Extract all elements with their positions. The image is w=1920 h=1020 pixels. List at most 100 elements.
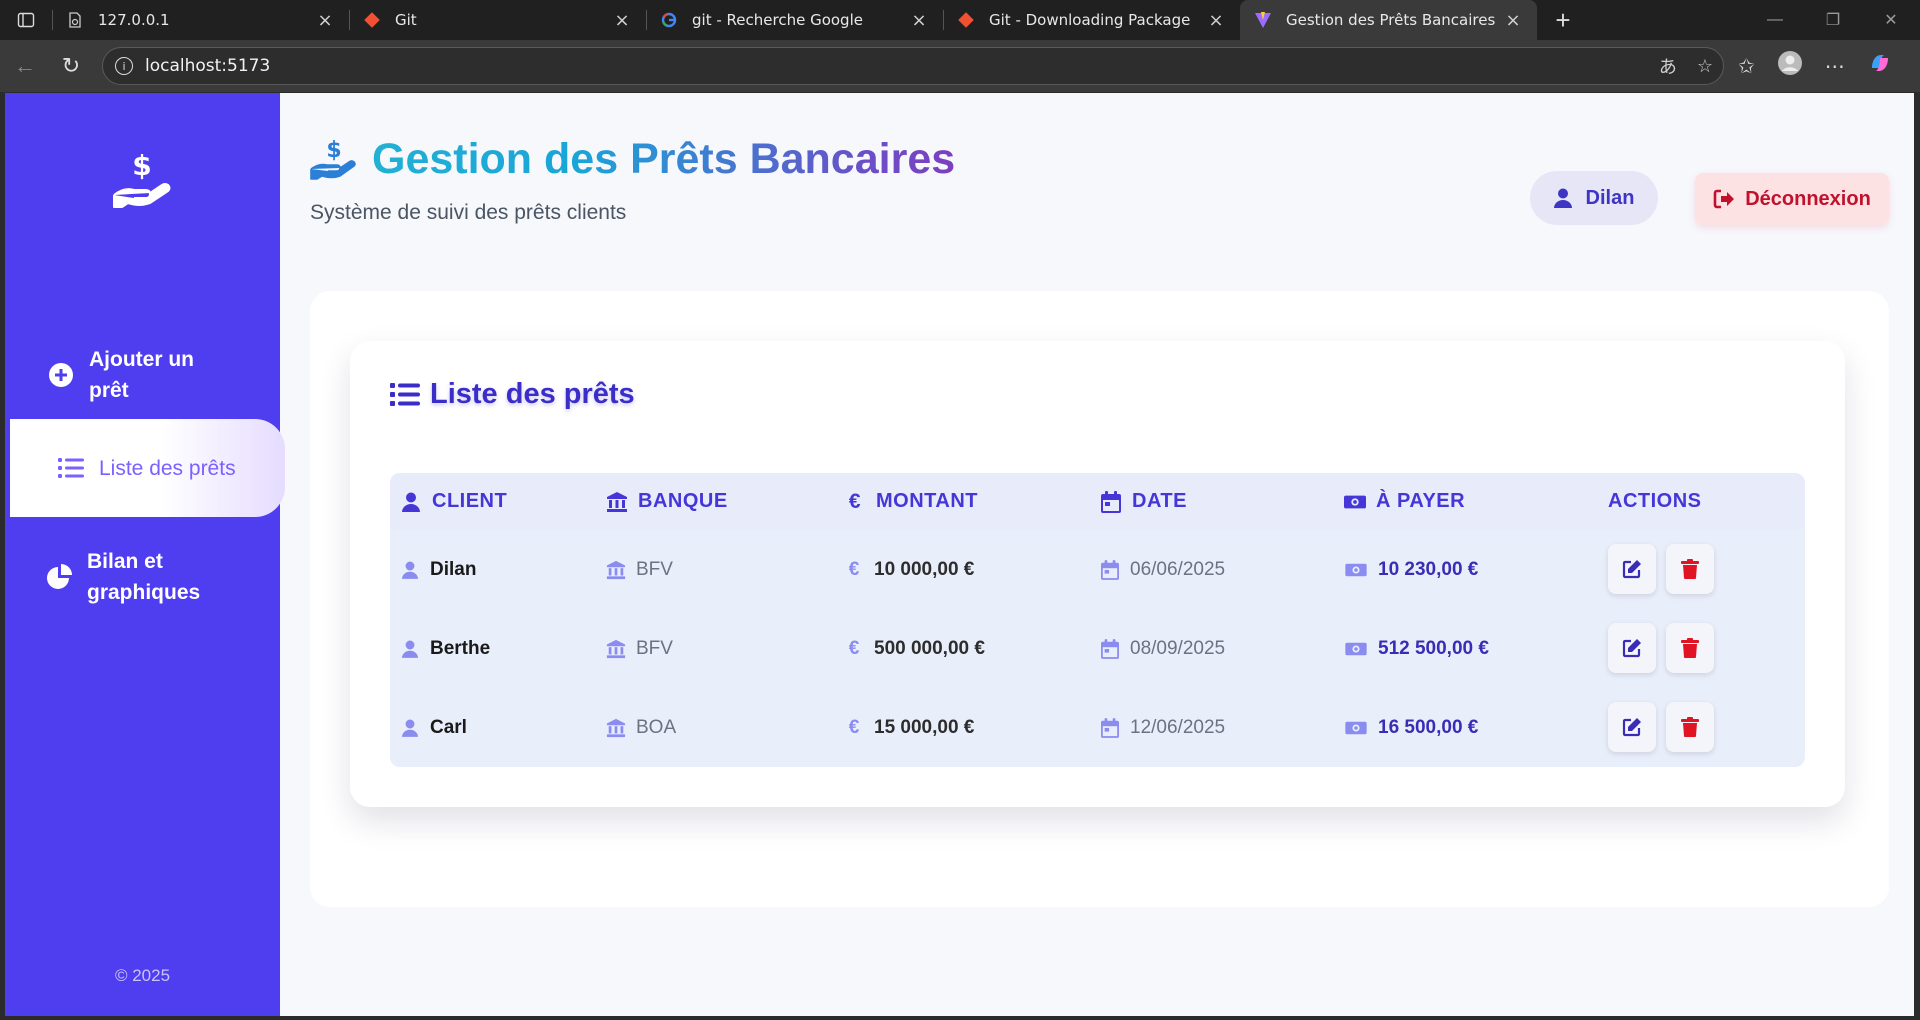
tab-title: Gestion des Prêts Bancaires [1286,11,1496,29]
svg-text:$: $ [132,151,151,182]
to-pay-value: 512 500,00 € [1378,637,1489,659]
browser-tab-3[interactable]: git - Recherche Google × [646,0,943,40]
copilot-icon[interactable] [1867,50,1893,82]
close-tab-icon[interactable]: × [1503,10,1523,31]
column-label: BANQUE [638,490,728,512]
date-value: 06/06/2025 [1130,558,1226,580]
cell-amount: € 15 000,00 € [844,688,975,767]
tab-separator [349,10,350,30]
sidebar-item-report[interactable]: Bilan et graphiques [5,537,285,617]
close-tab-icon[interactable]: × [1206,10,1226,31]
profile-avatar-icon[interactable] [1777,50,1803,82]
tab-title: git - Recherche Google [692,11,863,29]
amount-value: 10 000,00 € [874,558,975,580]
cell-client: Carl [400,688,467,767]
loan-table: CLIENT BANQUE € MONTANT DATE À PAYER ACT… [390,473,1805,767]
delete-button[interactable] [1666,623,1714,673]
browser-tab-4[interactable]: Git - Downloading Package × [943,0,1240,40]
bank-name: BOA [636,716,677,738]
tab-separator [646,10,647,30]
cell-bank: BFV [606,609,673,688]
edit-icon [1622,718,1641,737]
url-text[interactable]: localhost:5173 [145,56,1639,76]
favorite-star-icon[interactable]: ☆ [1697,56,1713,77]
cell-amount: € 500 000,00 € [844,609,985,688]
user-icon [400,491,422,513]
minimize-icon[interactable]: — [1746,0,1804,40]
calendar-icon [1100,717,1120,738]
delete-button[interactable] [1666,544,1714,594]
cell-client: Dilan [400,530,476,609]
euro-icon: € [848,558,860,580]
client-name: Berthe [430,637,491,659]
trash-icon [1681,717,1699,737]
edit-icon [1622,639,1641,658]
euro-icon: € [848,637,860,659]
pie-chart-icon [46,564,72,590]
page-icon [66,11,84,29]
edit-button[interactable] [1608,544,1656,594]
google-logo-icon [660,11,678,29]
site-info-icon[interactable]: i [115,57,133,75]
column-label: DATE [1132,490,1187,512]
column-header-bank[interactable]: BANQUE [606,490,728,513]
section-title-text: Liste des prêts [430,378,635,410]
column-header-date[interactable]: DATE [1100,490,1187,513]
copyright-text: © 2025 [114,966,171,985]
translate-icon[interactable]: あ [1659,53,1677,79]
cell-to-pay: 16 500,00 € [1344,688,1478,767]
calendar-icon [1100,559,1120,580]
reload-icon[interactable]: ↻ [48,46,94,86]
close-window-icon[interactable]: ✕ [1862,0,1920,40]
close-tab-icon[interactable]: × [315,10,335,31]
delete-button[interactable] [1666,702,1714,752]
money-bill-icon [1344,491,1366,513]
cell-to-pay: 10 230,00 € [1344,530,1478,609]
git-logo-icon [957,11,975,29]
favorites-icon[interactable]: ✩ [1738,54,1755,79]
calendar-icon [1100,638,1120,659]
edit-button[interactable] [1608,623,1656,673]
trash-icon [1681,559,1699,579]
page-subtitle: Système de suivi des prêts clients [310,201,627,224]
window-controls: — ❐ ✕ [1746,0,1920,40]
edit-button[interactable] [1608,702,1656,752]
close-tab-icon[interactable]: × [612,10,632,31]
browser-tab-active[interactable]: Gestion des Prêts Bancaires × [1240,0,1537,40]
back-arrow-icon[interactable]: ← [2,46,48,86]
address-bar[interactable]: i localhost:5173 あ ☆ [102,47,1724,85]
cell-amount: € 10 000,00 € [844,530,975,609]
tab-separator [52,10,53,30]
logout-button[interactable]: Déconnexion [1695,173,1889,225]
user-name: Dilan [1585,186,1635,209]
amount-value: 500 000,00 € [874,637,985,659]
more-options-icon[interactable]: ⋯ [1825,54,1845,79]
browser-tab-strip: 127.0.0.1 × Git × git - Recherche Google… [0,0,1920,40]
close-tab-icon[interactable]: × [909,10,929,31]
date-value: 08/09/2025 [1130,637,1226,659]
git-logo-icon [363,11,381,29]
to-pay-value: 16 500,00 € [1378,716,1479,738]
user-icon [1553,188,1572,208]
user-icon [400,560,420,580]
user-badge[interactable]: Dilan [1530,171,1658,225]
tab-actions-icon[interactable] [0,0,52,40]
list-icon [390,382,420,406]
column-header-amount[interactable]: € MONTANT [844,490,978,513]
column-header-to-pay[interactable]: À PAYER [1344,490,1465,513]
sidebar-item-add-loan[interactable]: Ajouter un prêt [5,335,285,415]
column-header-client[interactable]: CLIENT [400,490,507,513]
sidebar-item-loan-list[interactable]: Liste des prêts [5,419,285,517]
new-tab-icon[interactable]: + [1537,0,1589,40]
cell-client: Berthe [400,609,490,688]
money-bill-icon [1344,560,1368,580]
browser-tab-1[interactable]: 127.0.0.1 × [52,0,349,40]
restore-icon[interactable]: ❐ [1804,0,1862,40]
euro-icon: € [848,716,860,738]
client-name: Carl [430,716,467,738]
browser-tab-2[interactable]: Git × [349,0,646,40]
bank-icon [606,639,626,659]
bank-icon [606,718,626,738]
section-title: Liste des prêts [390,378,635,411]
column-label: ACTIONS [1608,490,1702,512]
